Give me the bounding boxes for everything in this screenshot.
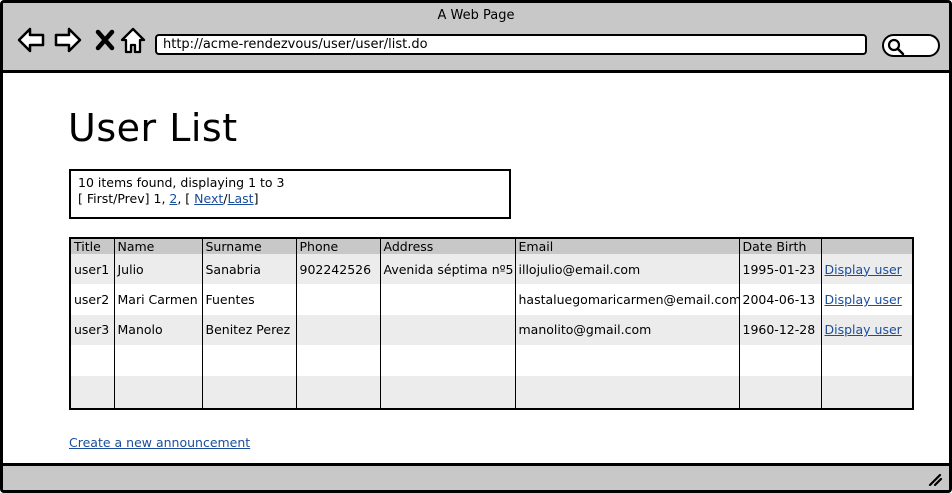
cell-address <box>379 314 516 346</box>
header-email: Email <box>514 238 740 254</box>
table-row: user1 Julio Sanabria 902242526 Avenida s… <box>69 254 914 285</box>
cell-date-birth: 1995-01-23 <box>738 254 822 285</box>
table-row: user2 Mari Carmen Fuentes hastaluegomari… <box>69 284 914 315</box>
resize-grip-icon[interactable] <box>927 472 943 486</box>
cell-date-birth: 2004-06-13 <box>738 284 822 315</box>
cell-action: Display user <box>820 254 914 285</box>
browser-window: A Web Page http://acme-rendezvous/user/u… <box>0 0 952 493</box>
display-user-link[interactable]: Display user <box>825 292 902 307</box>
table-header-row: Title Name Surname Phone Address Email D… <box>69 238 914 254</box>
pagination-suffix: ] <box>253 191 259 206</box>
cell-name: Julio <box>113 254 203 285</box>
back-arrow-icon[interactable] <box>16 25 46 55</box>
pagination-links: [ First/Prev] 1, 2, [ Next/Last] <box>78 191 502 207</box>
cell-surname: Sanabria <box>201 254 297 285</box>
home-icon[interactable] <box>118 25 148 55</box>
empty-table-row <box>69 345 914 376</box>
cell-title: user3 <box>69 314 115 346</box>
pagination-sep: , [ <box>177 191 191 206</box>
header-address: Address <box>379 238 516 254</box>
cell-address: Avenida séptima nº5 <box>379 254 516 285</box>
address-bar[interactable]: http://acme-rendezvous/user/user/list.do <box>155 34 867 55</box>
header-date-birth: Date Birth <box>738 238 822 254</box>
cell-title: user1 <box>69 254 115 285</box>
cell-email: hastaluegomaricarmen@email.com <box>514 284 740 315</box>
browser-titlebar: A Web Page http://acme-rendezvous/user/u… <box>3 3 949 73</box>
header-phone: Phone <box>295 238 381 254</box>
pagination-prefix: [ First/Prev] 1, <box>78 191 166 206</box>
cell-email: manolito@gmail.com <box>514 314 740 346</box>
cell-address <box>379 284 516 315</box>
cell-surname: Fuentes <box>201 284 297 315</box>
user-table: Title Name Surname Phone Address Email D… <box>69 237 914 410</box>
cell-date-birth: 1960-12-28 <box>738 314 822 346</box>
window-title: A Web Page <box>437 8 515 23</box>
header-surname: Surname <box>201 238 297 254</box>
cell-name: Mari Carmen <box>113 284 203 315</box>
cell-email: illojulio@email.com <box>514 254 740 285</box>
search-icon <box>887 38 905 56</box>
create-announcement-link[interactable]: Create a new announcement <box>69 435 250 450</box>
cell-action: Display user <box>820 314 914 346</box>
search-box[interactable] <box>882 34 940 57</box>
header-title: Title <box>69 238 115 254</box>
cell-surname: Benitez Perez <box>201 314 297 346</box>
close-x-icon[interactable] <box>90 25 120 55</box>
page-title: User List <box>68 106 238 150</box>
browser-statusbar <box>3 463 949 490</box>
pagination-box: 10 items found, displaying 1 to 3 [ Firs… <box>69 169 511 219</box>
cell-phone <box>295 284 381 315</box>
header-actions <box>820 238 914 254</box>
cell-title: user2 <box>69 284 115 315</box>
pagination-summary: 10 items found, displaying 1 to 3 <box>78 175 285 190</box>
cell-action: Display user <box>820 284 914 315</box>
cell-phone: 902242526 <box>295 254 381 285</box>
cell-name: Manolo <box>113 314 203 346</box>
last-page-link[interactable]: Last <box>228 191 254 206</box>
display-user-link[interactable]: Display user <box>825 322 902 337</box>
forward-arrow-icon[interactable] <box>53 25 83 55</box>
next-page-link[interactable]: Next <box>194 191 223 206</box>
empty-table-row <box>69 375 914 409</box>
page-content: User List 10 items found, displaying 1 t… <box>3 76 949 463</box>
table-row: user3 Manolo Benitez Perez manolito@gmai… <box>69 314 914 346</box>
cell-phone <box>295 314 381 346</box>
header-name: Name <box>113 238 203 254</box>
display-user-link[interactable]: Display user <box>825 262 902 277</box>
